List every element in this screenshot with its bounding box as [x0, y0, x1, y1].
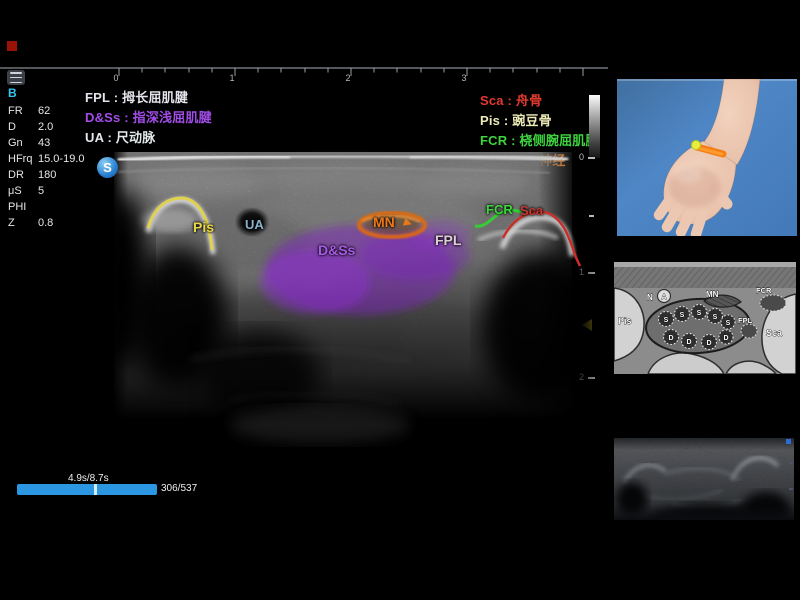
reference-ultrasound-thumbnail[interactable]: [614, 438, 794, 520]
diagram-label-pis: Pis: [618, 316, 632, 326]
hamburger-icon: [10, 72, 22, 74]
cine-progress-bar[interactable]: [17, 484, 157, 495]
svg-text:S: S: [664, 317, 669, 324]
scan-label-pis: Pis: [193, 219, 214, 235]
svg-text:D: D: [706, 340, 711, 347]
thumbnail-corner-marker: [786, 439, 791, 444]
param-row: μS5: [8, 183, 108, 199]
param-row: PHI: [8, 199, 108, 215]
svg-text:S: S: [697, 310, 702, 317]
diagram-label-sca: Sca: [766, 328, 783, 338]
scan-label-ua: UA: [245, 217, 264, 232]
cine-frame-counter: 306/537: [161, 483, 197, 494]
svg-text:S: S: [713, 314, 718, 321]
scan-image: [110, 70, 606, 480]
diagram-label-a: A: [661, 294, 666, 301]
svg-text:D: D: [668, 335, 673, 342]
scan-label-sca: Sca: [520, 203, 543, 218]
cine-playhead[interactable]: [94, 484, 97, 495]
diagram-label-fcr: FCR: [756, 286, 772, 295]
scan-label-fpl: FPL: [435, 232, 461, 248]
param-row: Z0.8: [8, 215, 108, 231]
diagram-label-mn: MN: [706, 290, 719, 299]
vendor-logo: S: [97, 157, 118, 178]
cine-time-label: 4.9s/8.7s: [68, 473, 109, 484]
menu-button[interactable]: [7, 70, 25, 85]
diagram-label-fpl: FPL: [738, 316, 753, 325]
anatomy-diagram-thumbnail[interactable]: A N MN FCR FPL Pis Sca S S S S S D D D D: [614, 262, 796, 374]
svg-text:S: S: [680, 312, 685, 319]
param-row: DR180: [8, 167, 108, 183]
probe-marker-dot: [692, 141, 701, 150]
scan-label-mn: MN: [373, 214, 395, 230]
probe-position-photo[interactable]: [617, 79, 797, 236]
scan-label-fcr: FCR: [486, 202, 513, 217]
svg-text:D: D: [723, 335, 728, 342]
diagram-label-n: N: [647, 293, 653, 302]
param-row: HFrq15.0-19.0: [8, 151, 108, 167]
scan-label-dss: D&Ss: [318, 242, 355, 258]
record-indicator: [7, 41, 17, 51]
svg-text:D: D: [686, 339, 691, 346]
ultrasound-app: B FR62 D2.0 Gn43 HFrq15.0-19.0 DR180 μS5…: [0, 0, 800, 600]
svg-text:S: S: [726, 320, 731, 327]
